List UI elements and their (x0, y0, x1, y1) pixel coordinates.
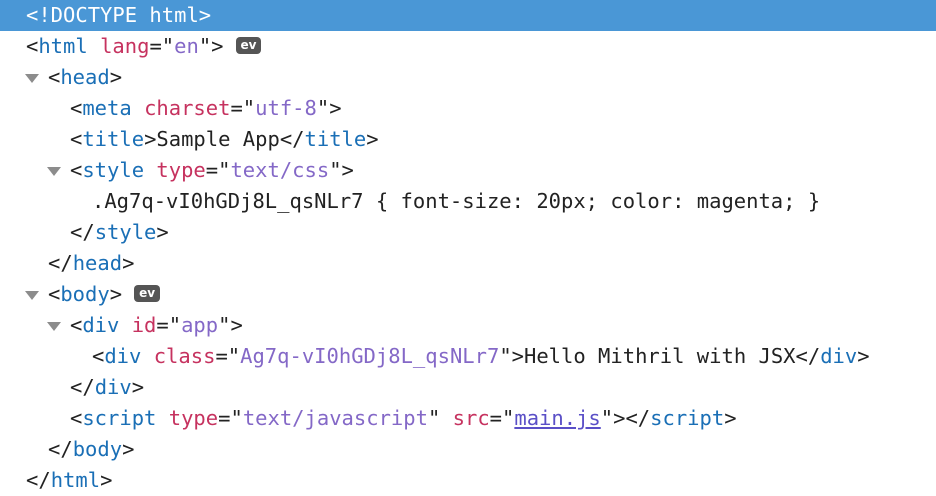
dom-node-meta[interactable]: <meta charset="utf-8"> (0, 93, 936, 124)
equals-quote: =" (149, 34, 175, 58)
dom-node-html-close[interactable]: </html> (0, 465, 936, 496)
tag-name: head (60, 65, 110, 89)
attribute-value: en (174, 34, 199, 58)
event-listener-badge[interactable]: ev (134, 284, 161, 302)
expand-triangle-icon[interactable] (47, 322, 61, 331)
angle-bracket: > (122, 251, 135, 275)
attribute-name: charset (144, 96, 231, 120)
attribute-value: app (181, 313, 219, 337)
angle-bracket: < (70, 406, 83, 430)
attribute-name: lang (100, 34, 150, 58)
dom-node-body-close[interactable]: </body> (0, 434, 936, 465)
close-quote-bracket: "> (316, 96, 342, 120)
tag-name: meta (82, 96, 132, 120)
tag-name: div (82, 313, 120, 337)
angle-bracket: > (724, 406, 737, 430)
attribute-value: text/javascript (242, 406, 428, 430)
angle-bracket: > (131, 375, 145, 399)
angle-bracket: </ (70, 375, 95, 399)
attribute-name: id (131, 313, 157, 337)
angle-bracket: </ (279, 127, 305, 151)
close-quote-bracket: "></ (600, 406, 651, 430)
angle-bracket: < (48, 65, 61, 89)
tag-name: head (72, 251, 123, 275)
expand-triangle-icon[interactable] (25, 74, 39, 83)
dom-tree: <!DOCTYPE html> <html lang="en"> ev <head… (0, 0, 936, 496)
dom-node-div-close[interactable]: </div> (0, 372, 936, 403)
tag-name: body (60, 282, 110, 306)
tag-name: div (94, 375, 132, 399)
angle-bracket: < (70, 158, 83, 182)
text-node: Hello Mithril with JSX (524, 344, 796, 368)
angle-bracket: </ (26, 468, 51, 492)
angle-bracket: > (100, 468, 113, 492)
event-listener-badge[interactable]: ev (235, 36, 262, 54)
attribute-value: text/css (230, 158, 330, 182)
equals-quote: =" (218, 406, 243, 430)
close-quote: " (427, 406, 441, 430)
doctype-text: <!DOCTYPE html> (26, 3, 212, 27)
attribute-name: type (168, 406, 219, 430)
angle-bracket: > (857, 344, 870, 368)
dom-node-css-text[interactable]: .Ag7q-vI0hGDj8L_qsNLr7 { font-size: 20px… (0, 186, 936, 217)
angle-bracket: </ (48, 437, 73, 461)
attribute-name: src (452, 406, 490, 430)
angle-bracket: </ (70, 220, 95, 244)
dom-node-script[interactable]: <script type="text/javascript" src="main… (0, 403, 936, 434)
angle-bracket: < (70, 127, 83, 151)
tag-name: title (82, 127, 145, 151)
angle-bracket: < (48, 282, 61, 306)
equals-quote: =" (205, 158, 231, 182)
dom-node-style-close[interactable]: </style> (0, 217, 936, 248)
equals-quote: =" (230, 96, 256, 120)
close-quote-bracket: "> (218, 313, 243, 337)
dom-node-head[interactable]: <head> (0, 62, 936, 93)
angle-bracket: </ (48, 251, 73, 275)
attribute-value: Ag7q-vI0hGDj8L_qsNLr7 (240, 344, 500, 368)
angle-bracket: > (109, 282, 123, 306)
angle-bracket: < (70, 96, 83, 120)
tag-name: div (104, 344, 142, 368)
tag-name: style (82, 158, 145, 182)
tag-name: html (38, 34, 88, 58)
tag-name: script (650, 406, 725, 430)
angle-bracket: > (156, 220, 169, 244)
equals-quote: =" (156, 313, 182, 337)
expand-triangle-icon[interactable] (25, 291, 39, 300)
angle-bracket: > (122, 437, 135, 461)
equals-quote: =" (489, 406, 515, 430)
equals-quote: =" (215, 344, 241, 368)
dom-node-div-inner[interactable]: <div class="Ag7q-vI0hGDj8L_qsNLr7">Hello… (0, 341, 936, 372)
tag-name: body (72, 437, 123, 461)
dom-node-style[interactable]: <style type="text/css"> (0, 155, 936, 186)
tag-name: style (94, 220, 157, 244)
dom-node-div-app[interactable]: <div id="app"> (0, 310, 936, 341)
angle-bracket: > (144, 127, 157, 151)
attribute-name: type (156, 158, 206, 182)
expand-triangle-icon[interactable] (47, 167, 61, 176)
tag-name: html (50, 468, 101, 492)
angle-bracket: < (26, 34, 39, 58)
tag-name: script (82, 406, 157, 430)
attribute-value: utf-8 (255, 96, 317, 120)
tag-name: div (820, 344, 858, 368)
close-quote-bracket: "> (499, 344, 524, 368)
dom-node-head-close[interactable]: </head> (0, 248, 936, 279)
angle-bracket: < (92, 344, 105, 368)
attribute-name: class (153, 344, 216, 368)
close-quote-bracket: "> (329, 158, 354, 182)
angle-bracket: > (109, 65, 123, 89)
angle-bracket: </ (795, 344, 821, 368)
script-src-link[interactable]: main.js (514, 406, 600, 430)
dom-node-title[interactable]: <title>Sample App</title> (0, 124, 936, 155)
text-node: Sample App (156, 127, 280, 151)
close-quote-bracket: "> (198, 34, 224, 58)
angle-bracket: < (70, 313, 83, 337)
dom-node-html[interactable]: <html lang="en"> ev (0, 31, 936, 62)
css-text-node: .Ag7q-vI0hGDj8L_qsNLr7 { font-size: 20px… (92, 189, 821, 213)
angle-bracket: > (366, 127, 379, 151)
dom-node-doctype[interactable]: <!DOCTYPE html> (0, 0, 936, 31)
dom-node-body[interactable]: <body> ev (0, 279, 936, 310)
tag-name: title (304, 127, 367, 151)
